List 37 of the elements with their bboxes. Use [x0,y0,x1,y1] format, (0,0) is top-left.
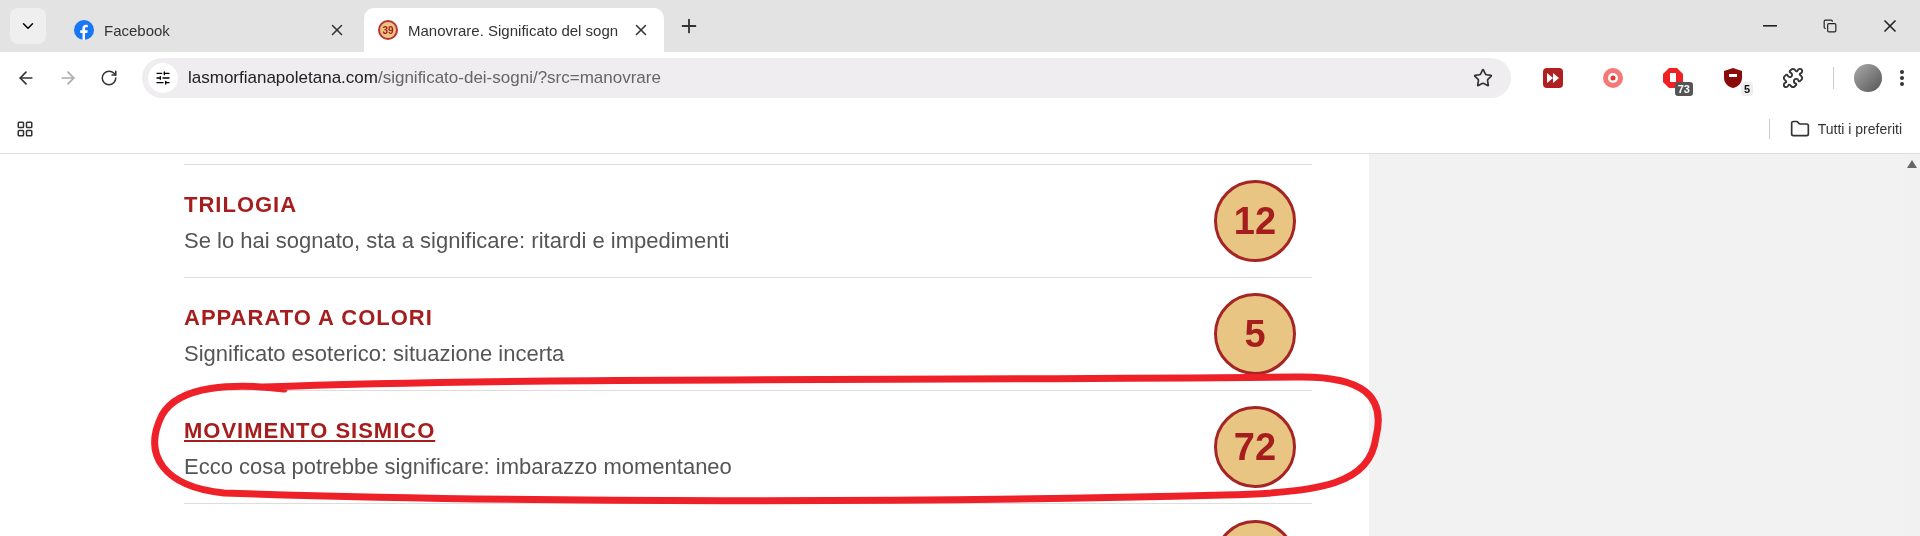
browser-tab[interactable]: Facebook [60,8,360,52]
minimize-icon [1763,25,1777,27]
more-icon [1900,70,1904,86]
number-badge: 12 [1214,180,1296,262]
tab-title: Manovrare. Significato del sogn [408,21,618,39]
site-icon: 39 [378,20,398,40]
dream-title-link[interactable]: MOVIMENTO SISMICO [184,418,436,444]
dream-meaning: Significato esoterico: situazione incerta [184,341,566,367]
facebook-icon [74,20,94,40]
dream-title-link[interactable]: TRILOGIA [184,192,298,218]
dream-meaning: Ecco cosa potrebbe significare: imbarazzo momentaneo [184,454,733,480]
site-info-button[interactable] [148,63,178,93]
dream-title-link[interactable]: APPARATO A COLORI [184,305,433,331]
extension-button[interactable]: 5 [1715,60,1751,96]
address-bar[interactable]: lasmorfianapoletana.com/significato-dei-sogni/?src=manovrare [142,58,1511,98]
sliders-icon [155,70,171,86]
apps-grid-icon [16,119,34,138]
fast-forward-icon [1541,66,1565,90]
shield-icon [1721,66,1745,90]
extensions-icon [1782,67,1804,89]
number-badge: 5 [1214,293,1296,375]
folder-icon [1789,118,1810,139]
reload-icon [100,69,118,87]
tab-title: Facebook [104,21,171,39]
record-icon [1601,66,1625,90]
profile-avatar[interactable] [1854,64,1882,92]
dream-meaning: Se lo hai sognato, sta a significare: ritardi e impedimenti [184,228,731,254]
number-badge: 72 [1214,406,1296,488]
url-text: lasmorfianapoletana.com/significato-dei-sogni/?src=manovrare [188,68,662,88]
browser-tab[interactable]: 39 Manovrare. Significato del sogn [364,8,664,52]
scroll-up-icon[interactable] [1906,160,1917,168]
extension-badge: 73 [1674,82,1693,96]
star-icon [1473,68,1493,88]
restore-icon [1823,19,1837,33]
extension-button[interactable]: 73 [1655,60,1691,96]
bookmarks-folder[interactable]: Tutti i preferiti [1783,117,1908,140]
extension-badge: 5 [1740,82,1753,96]
